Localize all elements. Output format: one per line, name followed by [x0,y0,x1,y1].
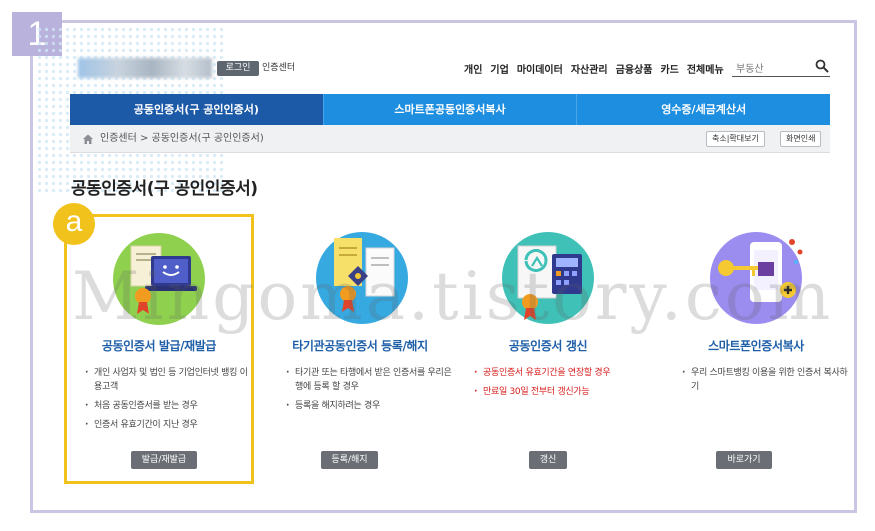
certificate-exchange-icon [316,232,408,324]
login-button[interactable]: 로그인 [217,61,259,76]
nav-card[interactable]: 카드 [660,61,678,76]
nav-all-menu[interactable]: 전체메뉴 [687,61,724,76]
list-item: 공동인증서 유효기간을 연장할 경우 [474,366,642,380]
tab-smartphone-cert-copy[interactable]: 스마트폰공동인증서복사 [324,94,578,125]
card-register-cancel: 타기관공동인증서 등록/해지 타기관 또는 타행에서 받은 인증서를 우리은행에… [268,222,452,477]
card-bullets: 공동인증서 유효기간을 연장할 경우 만료일 30일 전부터 갱신가능 [474,366,642,404]
card-renewal: 공동인증서 갱신 공동인증서 유효기간을 연장할 경우 만료일 30일 전부터 … [456,222,640,477]
renewal-button[interactable]: 갱신 [529,451,567,469]
search-icon[interactable] [815,59,829,73]
search-box [732,57,830,77]
register-cancel-button[interactable]: 등록/해지 [321,451,378,469]
page-title: 공동인증서(구 공인인증서) [71,179,258,199]
card-title: 스마트폰인증서복사 [708,339,804,353]
nav-business[interactable]: 기업 [490,61,508,76]
list-item: 만료일 30일 전부터 갱신가능 [474,385,642,399]
nav-personal[interactable]: 개인 [464,61,482,76]
nav-financial-products[interactable]: 금융상품 [616,61,653,76]
search-input[interactable] [732,58,808,77]
top-navigation: 개인 기업 마이데이터 자산관리 금융상품 카드 전체메뉴 [464,61,724,76]
nav-asset-management[interactable]: 자산관리 [571,61,608,76]
cert-tab-bar: 공동인증서(구 공인인증서) 스마트폰공동인증서복사 영수증/세금계산서 [70,94,830,125]
card-bullets: 타기관 또는 타행에서 받은 인증서를 우리은행에 등록 할 경우 등록을 해지… [286,366,454,418]
home-icon[interactable] [82,133,94,145]
list-item: 등록을 해지하려는 경우 [286,399,454,413]
card-smartphone-copy: 스마트폰인증서복사 우리 스마트뱅킹 이용을 위한 인증서 복사하기 바로가기 [664,222,848,477]
card-title: 타기관공동인증서 등록/해지 [292,339,428,353]
list-item: 우리 스마트뱅킹 이용을 위한 인증서 복사하기 [682,366,850,394]
breadcrumb: 인증센터 > 공동인증서(구 공인인증서) [100,133,264,144]
print-button[interactable]: 화면인쇄 [780,131,822,147]
card-title: 공동인증서 갱신 [508,339,588,353]
certificate-calculator-icon [502,232,594,324]
highlight-box [64,214,254,484]
tab-joint-certificate[interactable]: 공동인증서(구 공인인증서) [70,94,324,125]
bank-logo[interactable] [78,58,212,78]
cert-center-link[interactable]: 인증센터 [262,61,295,76]
highlight-label-badge: a [53,203,95,245]
nav-mydata[interactable]: 마이데이터 [517,61,563,76]
smartphone-key-icon [710,232,803,324]
go-button[interactable]: 바로가기 [716,451,772,469]
tab-receipt-tax-invoice[interactable]: 영수증/세금계산서 [577,94,830,125]
card-bullets: 우리 스마트뱅킹 이용을 위한 인증서 복사하기 [682,366,850,399]
breadcrumb-bar: 인증센터 > 공동인증서(구 공인인증서) 축소|확대보기 화면인쇄 [70,125,830,153]
list-item: 타기관 또는 타행에서 받은 인증서를 우리은행에 등록 할 경우 [286,366,454,394]
zoom-button[interactable]: 축소|확대보기 [706,131,765,147]
